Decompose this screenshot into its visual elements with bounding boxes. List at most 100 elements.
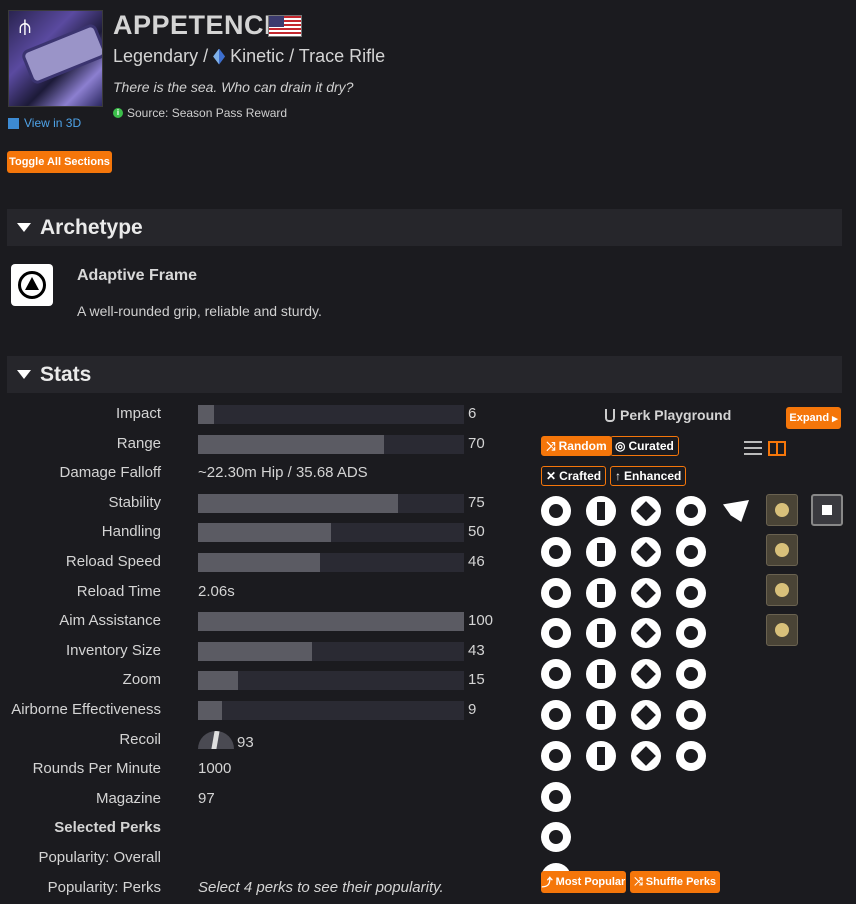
collapse-triangle-icon [17,223,31,232]
stat-label: Impact [115,405,161,422]
trend-up-icon: ⤴ [541,877,553,889]
trait2-perk-icon[interactable] [676,536,706,567]
enhanced-button[interactable]: ↑ Enhanced [610,466,687,486]
curated-button[interactable]: ◎ Curated [610,436,679,456]
view-in-3d-link[interactable]: View in 3D [8,116,81,130]
stat-row: Impact 6 [0,403,520,425]
masterwork-perk-icon[interactable] [766,494,798,526]
stat-label: Airborne Effectiveness [11,701,161,718]
trait2-perk-icon[interactable] [676,700,706,730]
stat-bar [198,612,464,632]
masterwork-perk-icon[interactable] [766,574,798,606]
trait1-perk-icon[interactable] [631,577,661,608]
magazine-perk-icon[interactable] [586,577,616,608]
masterwork-perk-icon[interactable] [766,614,798,646]
barrel-perk-icon[interactable] [541,577,571,608]
stat-row: Rounds Per Minute 1000 [0,758,520,780]
magazine-perk-icon[interactable] [586,536,616,567]
magazine-perk-icon[interactable] [586,659,616,690]
shuffle-perks-button[interactable]: ⤨ Shuffle Perks [630,871,720,893]
stat-label: Recoil [119,730,161,748]
stat-label: Rounds Per Minute [32,760,161,778]
trait1-perk-icon[interactable] [631,740,661,771]
trace-rifle-emblem-icon: ⫛ [19,16,31,38]
perk-glyph-icon [684,748,698,763]
stats-section-header[interactable]: Stats [7,356,842,393]
barrel-perk-icon[interactable] [541,618,571,649]
trait2-perk-icon[interactable] [676,618,706,649]
archetype-name: Adaptive Frame [77,267,198,284]
perk-playground-title: Perk Playground [605,407,731,423]
cube-icon [8,117,19,129]
barrel-perk-icon[interactable] [541,659,571,690]
perk-glyph-icon [822,505,832,515]
magazine-perk-icon[interactable] [586,700,616,730]
archetype-section-header[interactable]: Archetype [7,209,842,246]
stat-bar-fill [198,405,214,424]
stat-bar [198,701,464,720]
stat-text-value: Select 4 perks to see their popularity. [198,878,444,896]
trait1-perk-icon[interactable] [631,618,661,649]
stats-section-title: Stats [40,362,92,386]
magazine-perk-icon[interactable] [586,496,616,526]
barrel-perk-icon[interactable] [541,496,571,526]
trait2-perk-icon[interactable] [676,577,706,608]
perk-playground-label: Perk Playground [620,407,732,423]
stat-row: Reload Time 2.06s [0,581,520,603]
stat-value: 70 [468,434,485,452]
archetype-section-title: Archetype [40,215,143,239]
stat-row: Popularity: Perks Select 4 perks to see t… [0,877,520,899]
stat-label: Magazine [95,789,161,807]
trait1-perk-icon[interactable] [631,536,661,567]
trait2-perk-icon[interactable] [676,496,706,526]
stat-row: Range 70 [0,433,520,455]
grid-view-icon[interactable] [768,441,786,456]
crafted-button[interactable]: ✕ Crafted [541,466,607,486]
barrel-perk-icon[interactable] [541,822,571,853]
perk-glyph-icon [597,624,605,643]
perk-glyph-icon [636,705,656,725]
perk-glyph-icon [549,830,563,845]
magazine-perk-icon[interactable] [586,740,616,771]
enhanced-label: Enhanced [624,469,682,483]
origin-perk-icon[interactable] [721,496,751,526]
masterwork-perk-icon[interactable] [766,534,798,566]
stat-text-value: 2.06s [198,582,235,600]
shuffle-perks-label: Shuffle Perks [645,876,717,888]
perk-glyph-icon [684,585,698,600]
stat-bar-fill [198,612,464,632]
stat-row: Airborne Effectiveness 9 [0,699,520,721]
trait1-perk-icon[interactable] [631,496,661,526]
stat-label: Popularity: Overall [38,849,161,866]
perk-glyph-icon [549,585,563,600]
stat-row: Recoil 93 [0,729,520,751]
most-popular-button[interactable]: ⤴ Most Popular [541,871,626,893]
perk-glyph-icon [597,665,605,684]
perk-glyph-icon [775,583,789,597]
perk-glyph-icon [597,542,605,561]
barrel-perk-icon[interactable] [541,740,571,771]
trait2-perk-icon[interactable] [676,740,706,771]
expand-button[interactable]: Expand ▸ [786,407,841,429]
arrow-up-icon: ↑ [615,469,621,483]
stat-row: Damage Falloff ~22.30m Hip / 35.68 ADS [0,462,520,484]
list-view-icon[interactable] [744,441,762,455]
magazine-perk-icon[interactable] [586,618,616,649]
us-flag-icon[interactable] [268,15,302,37]
barrel-perk-icon[interactable] [541,536,571,567]
trait1-perk-icon[interactable] [631,659,661,690]
random-button[interactable]: ⤨ Random [541,436,612,456]
barrel-perk-icon[interactable] [541,700,571,730]
perk-glyph-icon [549,667,563,682]
toggle-all-sections-button[interactable]: Toggle All Sections [7,151,112,173]
perk-glyph-icon [636,501,656,521]
flask-icon [605,408,615,422]
caret-right-icon: ▸ [832,412,838,425]
trait2-perk-icon[interactable] [676,659,706,690]
mod-perk-icon[interactable] [811,494,843,526]
trait1-perk-icon[interactable] [631,700,661,730]
perk-glyph-icon [684,708,698,722]
perk-glyph-icon [549,748,563,763]
stat-bar [198,434,464,454]
barrel-perk-icon[interactable] [541,781,571,812]
